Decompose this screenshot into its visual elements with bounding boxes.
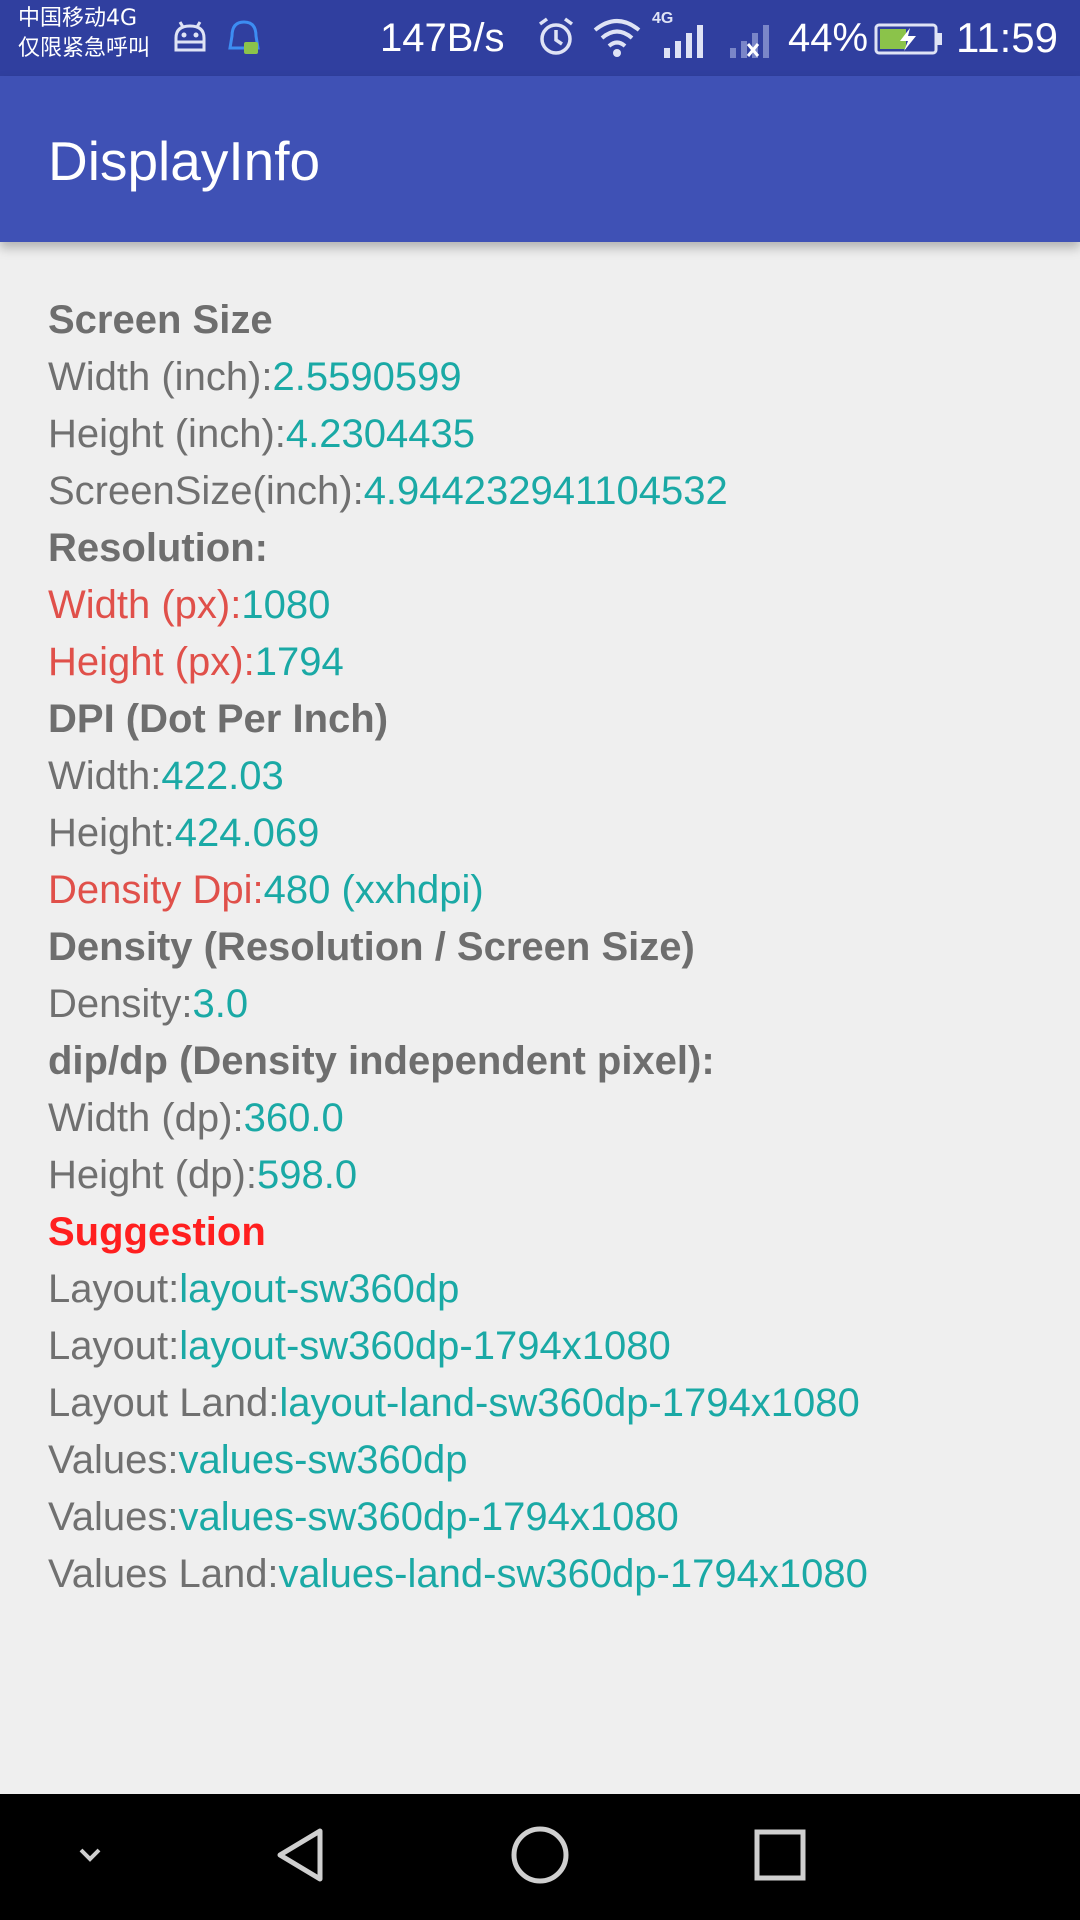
width-inch-label: Width (inch): [48, 355, 273, 399]
notification-app-icon [226, 18, 262, 63]
app-title: DisplayInfo [48, 130, 321, 192]
height-dp-label: Height (dp): [48, 1153, 257, 1197]
values1-label: Values: [48, 1438, 179, 1482]
values1-value: values-sw360dp [178, 1438, 468, 1482]
width-dp-value: 360.0 [243, 1096, 344, 1140]
dpi-height-value: 424.069 [174, 811, 320, 855]
height-px-row: Height (px):1794 [48, 634, 1048, 691]
density-dpi-label: Density Dpi: [48, 868, 264, 912]
values-land-row: Values Land:values-land-sw360dp-1794x108… [48, 1546, 1048, 1603]
height-px-value: 1794 [254, 640, 344, 684]
display-info-list: Screen Size Width (inch):2.5590599 Heigh… [48, 292, 1048, 1603]
density-label: Density: [48, 982, 193, 1026]
app-bar: DisplayInfo [0, 76, 1080, 242]
height-inch-row: Height (inch):4.2304435 [48, 406, 1048, 463]
height-inch-value: 4.2304435 [285, 412, 475, 456]
screensize-label: ScreenSize(inch): [48, 469, 364, 513]
emergency-only-text: 仅限紧急呼叫 [18, 36, 151, 61]
alarm-icon [536, 16, 576, 63]
navigation-bar [0, 1794, 1080, 1920]
no-signal-icon [728, 22, 774, 63]
recents-square-icon [752, 1827, 808, 1888]
resolution-heading: Resolution: [48, 526, 268, 570]
wifi-icon [592, 16, 642, 63]
dpi-width-row: Width:422.03 [48, 748, 1048, 805]
status-bar: 中国移动4G 仅限紧急呼叫 147B/s 4G 44% 11:59 [0, 0, 1080, 76]
layout1-row: Layout:layout-sw360dp [48, 1261, 1048, 1318]
values2-value: values-sw360dp-1794x1080 [178, 1495, 679, 1539]
layout2-row: Layout:layout-sw360dp-1794x1080 [48, 1318, 1048, 1375]
values-land-label: Values Land: [48, 1552, 279, 1596]
dpi-height-row: Height:424.069 [48, 805, 1048, 862]
hide-nav-chevron-icon [73, 1844, 107, 1871]
width-dp-row: Width (dp):360.0 [48, 1090, 1048, 1147]
dpi-height-label: Height: [48, 811, 175, 855]
height-px-label: Height (px): [48, 640, 255, 684]
width-px-value: 1080 [241, 583, 331, 627]
dp-heading: dip/dp (Density independent pixel): [48, 1039, 715, 1083]
carrier-info: 中国移动4G 仅限紧急呼叫 [18, 4, 150, 64]
home-circle-icon [509, 1824, 571, 1891]
layout1-value: layout-sw360dp [179, 1267, 460, 1311]
layout1-label: Layout: [48, 1267, 180, 1311]
android-debug-icon [170, 20, 210, 61]
back-button[interactable] [250, 1794, 350, 1920]
density-value: 3.0 [192, 982, 249, 1026]
network-speed: 147B/s [380, 16, 505, 60]
values-land-value: values-land-sw360dp-1794x1080 [278, 1552, 868, 1596]
width-px-label: Width (px): [48, 583, 242, 627]
density-row: Density:3.0 [48, 976, 1048, 1033]
layout2-value: layout-sw360dp-1794x1080 [179, 1324, 671, 1368]
height-dp-row: Height (dp):598.0 [48, 1147, 1048, 1204]
screensize-row: ScreenSize(inch):4.944232941104532 [48, 463, 1048, 520]
clock: 11:59 [956, 14, 1058, 61]
dpi-width-value: 422.03 [161, 754, 284, 798]
battery-percent: 44% [788, 16, 869, 60]
suggestion-heading: Suggestion [48, 1210, 266, 1254]
dpi-heading: DPI (Dot Per Inch) [48, 697, 389, 741]
values2-label: Values: [48, 1495, 179, 1539]
width-inch-row: Width (inch):2.5590599 [48, 349, 1048, 406]
layout-land-row: Layout Land:layout-land-sw360dp-1794x108… [48, 1375, 1048, 1432]
dpi-width-label: Width: [48, 754, 162, 798]
width-dp-label: Width (dp): [48, 1096, 244, 1140]
screen-size-heading: Screen Size [48, 298, 273, 342]
density-heading: Density (Resolution / Screen Size) [48, 925, 695, 969]
screensize-value: 4.944232941104532 [363, 469, 728, 513]
width-px-row: Width (px):1080 [48, 577, 1048, 634]
carrier-name: 中国移动4G [18, 6, 138, 31]
layout2-label: Layout: [48, 1324, 180, 1368]
width-inch-value: 2.5590599 [272, 355, 462, 399]
battery-icon [874, 22, 944, 61]
height-inch-label: Height (inch): [48, 412, 286, 456]
layout-land-value: layout-land-sw360dp-1794x1080 [279, 1381, 860, 1425]
height-dp-value: 598.0 [256, 1153, 358, 1197]
back-triangle-icon [272, 1825, 328, 1890]
density-dpi-row: Density Dpi:480 (xxhdpi) [48, 862, 1048, 919]
hide-nav-button[interactable] [40, 1794, 140, 1920]
home-button[interactable] [490, 1794, 590, 1920]
values1-row: Values:values-sw360dp [48, 1432, 1048, 1489]
layout-land-label: Layout Land: [48, 1381, 280, 1425]
signal-icon [662, 22, 708, 63]
values2-row: Values:values-sw360dp-1794x1080 [48, 1489, 1048, 1546]
density-dpi-value: 480 (xxhdpi) [263, 868, 484, 912]
recents-button[interactable] [730, 1794, 830, 1920]
